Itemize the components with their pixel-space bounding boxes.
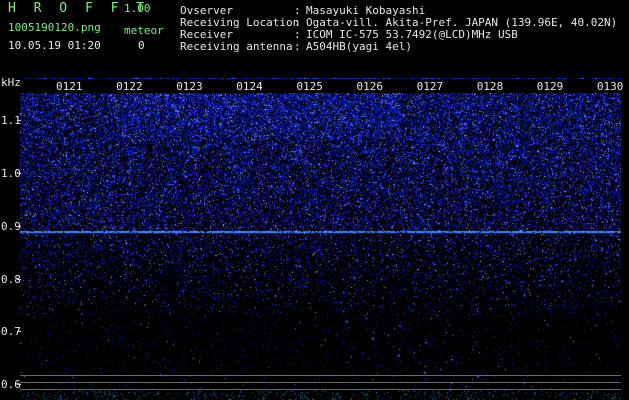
info-location: Receiving Location: Ogata-vill. Akita-Pre… <box>180 17 617 28</box>
info-observer: Ovserver: Masayuki Kobayashi <box>180 5 425 16</box>
info-separator: : <box>294 28 301 41</box>
x-tick-label: 0126 <box>356 80 384 93</box>
info-antenna: Receiving antenna: A504HB(yagi 4el) <box>180 41 412 52</box>
y-tick-mark <box>17 225 21 227</box>
x-tick-label: 0123 <box>176 80 203 93</box>
x-tick-label: 0127 <box>416 80 444 93</box>
y-tick-mark <box>17 331 21 333</box>
reference-line <box>20 382 621 383</box>
reference-line <box>20 389 621 390</box>
info-separator: : <box>294 40 301 53</box>
info-key: Receiving antenna <box>180 40 293 53</box>
x-tick-label: 0122 <box>116 80 143 93</box>
image-filename: 1005190120.png <box>8 21 101 34</box>
y-tick-mark <box>17 278 21 280</box>
info-key: Receiver <box>180 28 233 41</box>
spectrogram-canvas <box>20 78 621 400</box>
meteor-label: meteor <box>124 24 164 37</box>
time-axis: 0121 0122 0123 0124 0125 0126 0127 0128 0129 0130 <box>20 79 624 93</box>
x-tick-label: 0125 <box>296 80 323 93</box>
y-axis-unit: kHz <box>1 76 21 89</box>
info-receiver: Receiver: ICOM IC-575 53.7492(@LCD)MHz US… <box>180 29 518 40</box>
capture-datetime: 10.05.19 01:20 <box>8 39 101 52</box>
x-tick-label: 0128 <box>476 80 504 93</box>
info-key: Receiving Location <box>180 16 300 29</box>
y-tick-mark <box>17 384 21 386</box>
x-tick-label: 0124 <box>236 80 263 93</box>
info-value: A504HB(yagi 4el) <box>306 40 412 53</box>
meteor-count: 0 <box>138 39 145 52</box>
info-key: Ovserver <box>180 4 233 17</box>
y-tick-mark <box>17 173 21 175</box>
info-separator: : <box>294 4 301 17</box>
x-tick-label: 0130 <box>596 80 624 93</box>
spectrogram-plot <box>20 78 621 400</box>
reference-line <box>20 375 621 376</box>
app-version: 1.00 <box>124 2 151 15</box>
x-tick-label: 0121 <box>56 80 83 93</box>
x-tick-label: 0129 <box>536 80 564 93</box>
y-tick-mark <box>17 120 21 122</box>
info-separator: : <box>294 16 301 29</box>
